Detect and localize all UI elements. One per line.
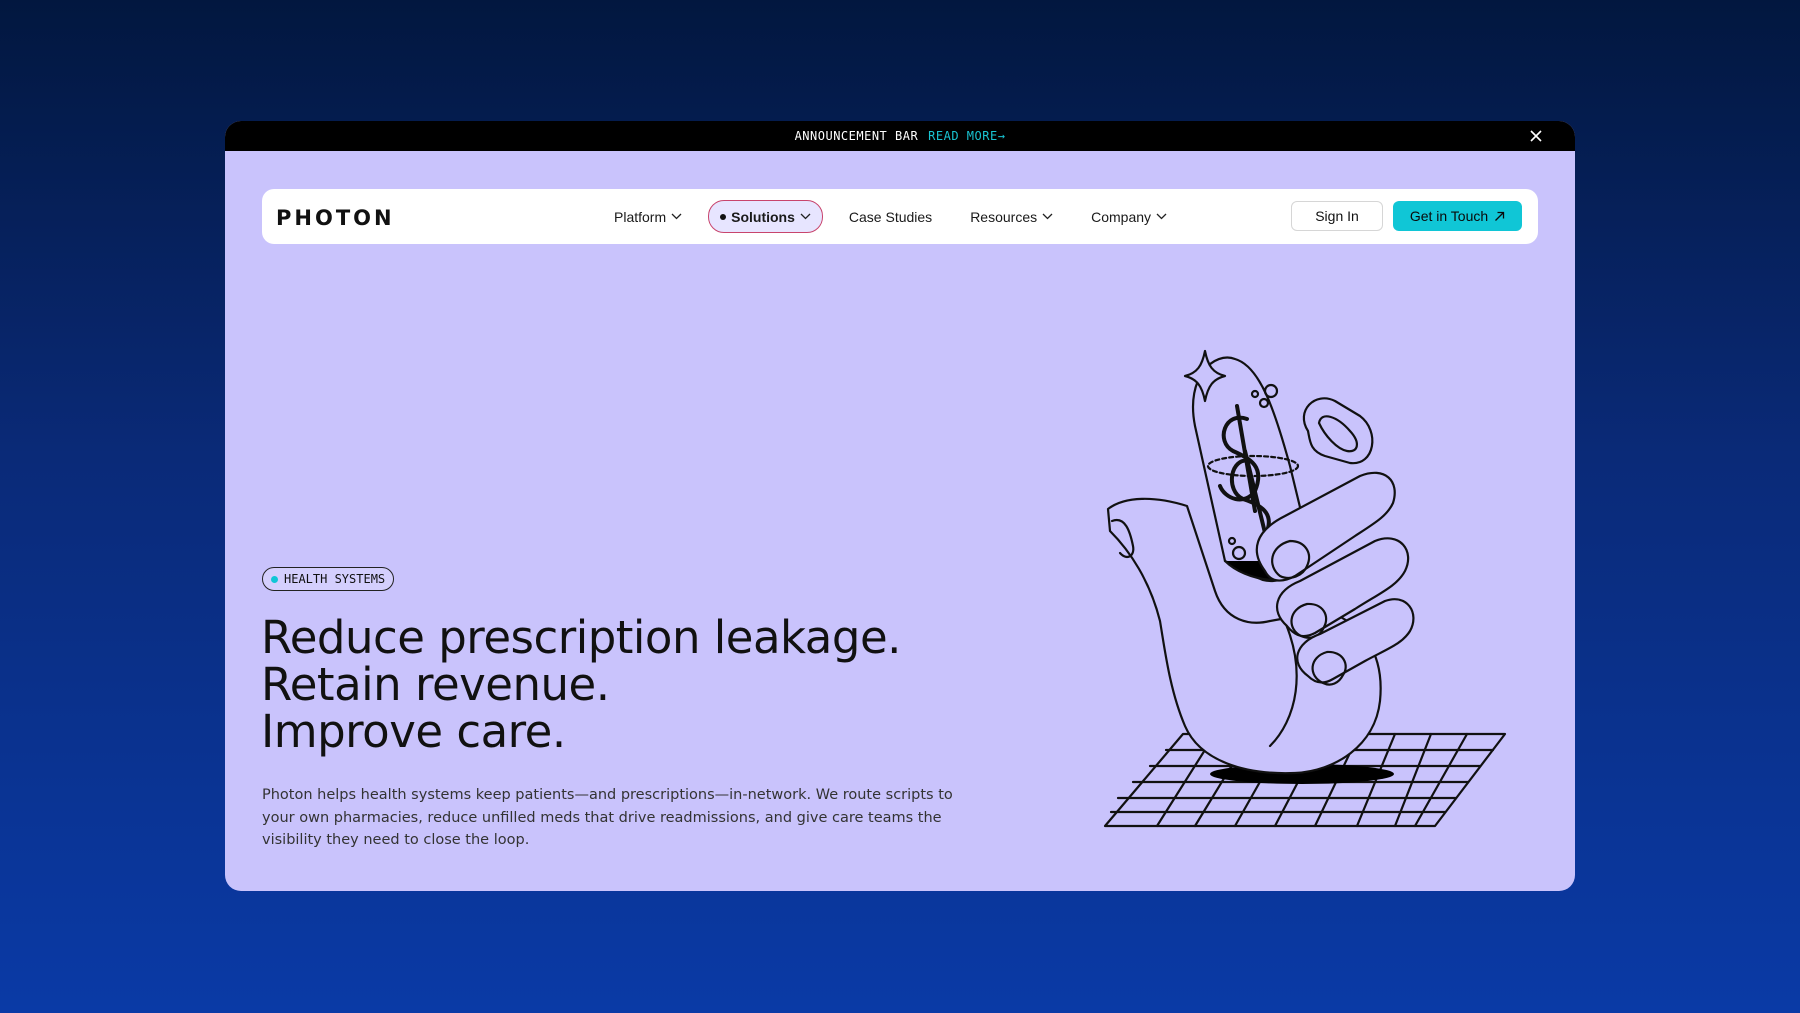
read-more-link[interactable]: READ MORE→ (928, 129, 1005, 143)
svg-text:PHOTON: PHOTON (276, 206, 395, 228)
close-icon[interactable] (1527, 127, 1545, 145)
chevron-down-icon (800, 213, 811, 220)
browser-window: ANNOUNCEMENT BAR READ MORE→ PHOTON Platf… (225, 121, 1575, 891)
sign-in-button[interactable]: Sign In (1291, 201, 1383, 231)
small-pill-icon (1302, 397, 1374, 465)
get-in-touch-label: Get in Touch (1409, 208, 1489, 224)
nav-case-studies[interactable]: Case Studies (837, 201, 944, 232)
active-dot-icon (720, 213, 727, 220)
category-badge: HEALTH SYSTEMS (262, 567, 395, 591)
nav-resources-label: Resources (970, 208, 1038, 225)
nav-platform[interactable]: Platform (602, 201, 694, 232)
chevron-down-icon (1156, 213, 1167, 220)
nav-solutions-label: Solutions (731, 208, 795, 225)
headline-line-3: Improve care. (261, 705, 566, 758)
headline-line-2: Retain revenue. (261, 658, 610, 711)
announcement-bar: ANNOUNCEMENT BAR READ MORE→ (225, 121, 1575, 151)
nav-resources[interactable]: Resources (958, 201, 1065, 232)
navbar: PHOTON Platform Solutions Case Studies R… (262, 189, 1538, 244)
photon-logo[interactable]: PHOTON (276, 206, 439, 228)
hand-holding-pill-illustration (1103, 349, 1507, 828)
badge-dot-icon (271, 575, 278, 583)
nav-menu: Platform Solutions Case Studies Resource… (602, 200, 1193, 233)
announcement-text: ANNOUNCEMENT BAR (794, 129, 919, 143)
chevron-down-icon (1042, 213, 1053, 220)
nav-case-studies-label: Case Studies (848, 208, 933, 225)
nav-company[interactable]: Company (1079, 201, 1179, 232)
nav-platform-label: Platform (614, 208, 667, 225)
hero-headline: Reduce prescription leakage. Retain reve… (261, 614, 901, 755)
nav-solutions[interactable]: Solutions (708, 200, 823, 233)
hero-description: Photon helps health systems keep patient… (262, 787, 953, 848)
nav-company-label: Company (1091, 208, 1152, 225)
chevron-down-icon (671, 213, 682, 220)
arrow-up-right-icon (1495, 211, 1505, 221)
headline-line-1: Reduce prescription leakage. (261, 611, 901, 664)
get-in-touch-button[interactable]: Get in Touch (1393, 201, 1522, 231)
badge-label: HEALTH SYSTEMS (284, 572, 386, 586)
